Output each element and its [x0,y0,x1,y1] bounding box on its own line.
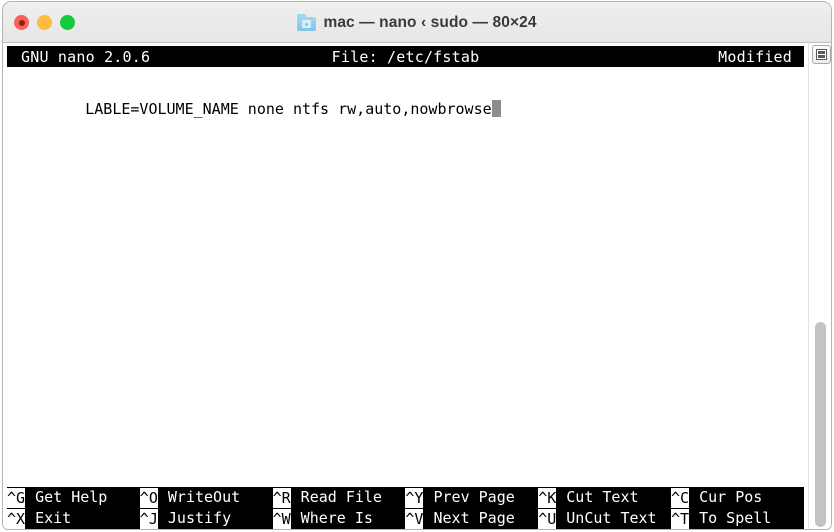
shortcut-label: Prev Page [424,488,515,506]
shortcut-key: ^C [670,487,690,508]
shortcut-label: Read File [291,488,382,506]
shortcut-ctrl-t[interactable]: ^T To Spell [670,508,804,529]
shortcut-key: ^W [272,508,291,529]
shortcut-key: ^J [139,508,158,529]
shortcut-label: Exit [26,509,72,527]
shortcut-ctrl-u[interactable]: ^U UnCut Text [538,508,671,529]
shortcut-ctrl-w[interactable]: ^W Where Is [272,508,406,529]
maximize-button[interactable] [60,15,75,30]
nano-filename-label: File: /etc/fstab [331,48,480,66]
buffer-line-1[interactable]: LABLE=VOLUME_NAME none ntfs rw,auto,nowb… [85,99,491,120]
shortcut-label: WriteOut [158,488,241,506]
nano-modified-badge: Modified [718,48,792,66]
close-button[interactable] [14,15,29,30]
nano-version-label: GNU nano 2.0.6 [21,48,151,66]
nano-text-buffer[interactable]: LABLE=VOLUME_NAME none ntfs rw,auto,nowb… [13,78,804,141]
shortcut-ctrl-o[interactable]: ^O WriteOut [139,487,273,508]
shortcut-ctrl-g[interactable]: ^G Get Help [7,487,140,508]
text-cursor [491,100,501,117]
traffic-light-group [14,15,75,30]
shortcut-label: Next Page [424,509,515,527]
shortcut-ctrl-r[interactable]: ^R Read File [272,487,406,508]
shortcut-ctrl-x[interactable]: ^X Exit [7,508,140,529]
shortcut-key: ^G [7,487,26,508]
shortcut-ctrl-k[interactable]: ^K Cut Text [538,487,671,508]
folder-icon [297,14,317,31]
shortcut-label: UnCut Text [557,509,657,527]
shortcut-key: ^T [670,508,690,529]
shortcut-key: ^R [272,487,291,508]
shortcut-label: Cut Text [557,488,639,506]
terminal-gutter [808,43,831,529]
scrollbar-thumb[interactable] [815,322,826,527]
minimize-button[interactable] [37,15,52,30]
shortcut-key: ^U [538,508,557,529]
vertical-scrollbar[interactable] [813,69,828,527]
shortcut-ctrl-j[interactable]: ^J Justify [139,508,273,529]
shortcut-ctrl-v[interactable]: ^V Next Page [405,508,538,529]
terminal-window: mac — nano ‹ sudo — 80×24 GNU nano 2.0.6… [2,1,832,530]
shortcut-key: ^X [7,508,26,529]
terminal-body[interactable]: GNU nano 2.0.6 File: /etc/fstab Modified… [3,43,831,529]
shortcut-row-1: ^G Get Help ^O WriteOut ^R Read File ^Y Pre… [7,487,804,508]
shortcut-label: Justify [158,509,232,527]
window-title-group: mac — nano ‹ sudo — 80×24 [3,2,831,43]
shortcut-label: Cur Pos [690,488,763,506]
shortcut-row-2: ^X Exit ^J Justify ^W Where Is ^V Next Page… [7,508,804,529]
shortcut-key: ^K [538,487,557,508]
shortcut-label: To Spell [690,509,772,527]
shortcut-label: Get Help [26,488,108,506]
shortcut-key: ^O [139,487,158,508]
shortcut-key: ^V [405,508,424,529]
split-pane-icon[interactable] [812,45,831,64]
nano-editor-screen[interactable]: GNU nano 2.0.6 File: /etc/fstab Modified… [3,43,808,529]
nano-shortcut-bar: ^G Get Help ^O WriteOut ^R Read File ^Y Pre… [7,487,804,529]
shortcut-ctrl-y[interactable]: ^Y Prev Page [405,487,538,508]
window-title: mac — nano ‹ sudo — 80×24 [323,13,537,31]
shortcut-label: Where Is [291,509,373,527]
shortcut-ctrl-c[interactable]: ^C Cur Pos [670,487,804,508]
shortcut-key: ^Y [405,487,424,508]
nano-header-bar: GNU nano 2.0.6 File: /etc/fstab Modified [7,46,804,67]
window-titlebar[interactable]: mac — nano ‹ sudo — 80×24 [3,2,831,43]
